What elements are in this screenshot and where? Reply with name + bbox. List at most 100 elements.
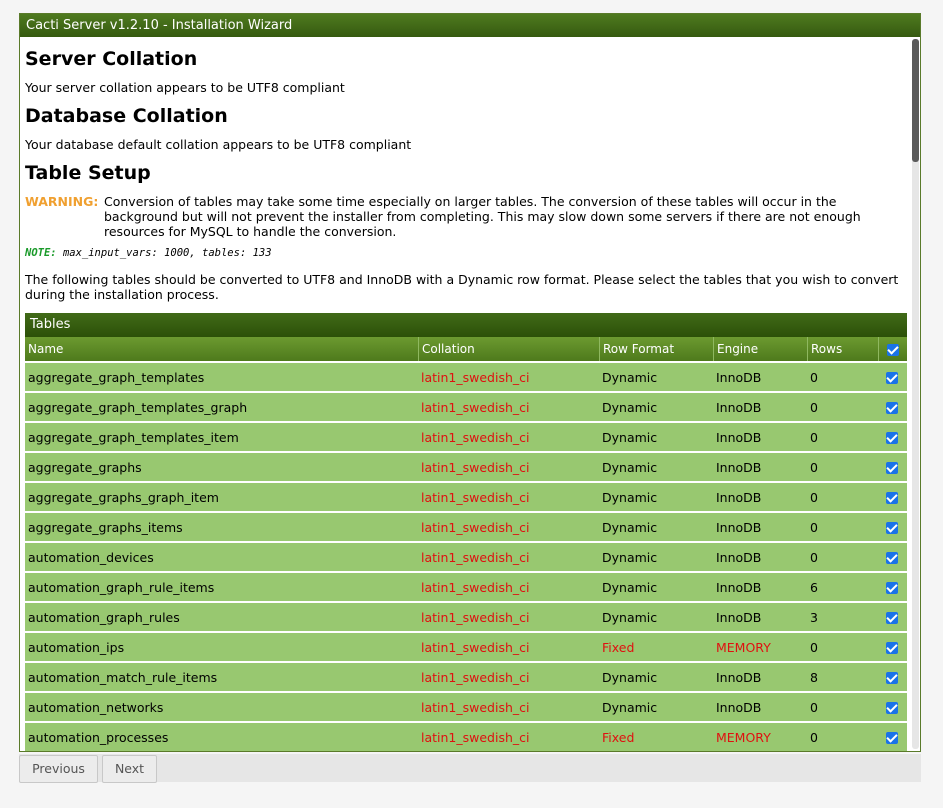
server-collation-text: Your server collation appears to be UTF8… [25,80,345,95]
engine-cell: InnoDB [713,451,807,481]
convert-table-checkbox[interactable] [886,582,898,594]
table-row[interactable]: automation_processes latin1_swedish_ci Fix… [25,721,907,751]
row-format-cell: Fixed [599,631,713,661]
convert-table-checkbox[interactable] [886,552,898,564]
table-row[interactable]: aggregate_graph_templates latin1_swedish_… [25,361,907,391]
rows-cell: 3 [807,601,878,631]
table-setup-heading: Table Setup [25,162,151,184]
convert-table-checkbox[interactable] [886,432,898,444]
table-row[interactable]: automation_match_rule_items latin1_swedis… [25,661,907,691]
convert-table-checkbox[interactable] [886,402,898,414]
table-name-cell: automation_graph_rules [25,601,418,631]
table-row[interactable]: automation_graph_rule_items latin1_swedis… [25,571,907,601]
table-row[interactable]: aggregate_graph_templates_graph latin1_sw… [25,391,907,421]
button-bar: Previous Next [19,754,921,783]
checkbox-cell [878,541,907,571]
tables-panel: Tables Name Collation Row Format Engine … [25,313,907,751]
table-name-cell: aggregate_graph_templates_item [25,421,418,451]
table-row[interactable]: automation_ips latin1_swedish_ci Fixed MEMO… [25,631,907,661]
engine-cell: MEMORY [713,631,807,661]
tables-table: Name Collation Row Format Engine Rows ag… [25,337,907,751]
rows-cell: 6 [807,571,878,601]
collation-cell: latin1_swedish_ci [418,691,599,721]
server-collation-heading: Server Collation [25,48,198,70]
checkbox-cell [878,601,907,631]
convert-table-checkbox[interactable] [886,642,898,654]
table-row[interactable]: aggregate_graphs_graph_item latin1_swedis… [25,481,907,511]
rows-cell: 0 [807,481,878,511]
row-format-cell: Dynamic [599,361,713,391]
column-header-rows[interactable]: Rows [807,337,878,361]
row-format-cell: Dynamic [599,571,713,601]
table-name-cell: automation_match_rule_items [25,661,418,691]
next-button[interactable]: Next [102,755,157,783]
checkbox-cell [878,631,907,661]
row-format-cell: Dynamic [599,421,713,451]
checkbox-cell [878,571,907,601]
row-format-cell: Dynamic [599,601,713,631]
table-name-cell: aggregate_graph_templates_graph [25,391,418,421]
column-header-name[interactable]: Name [25,337,418,361]
collation-cell: latin1_swedish_ci [418,661,599,691]
convert-table-checkbox[interactable] [886,732,898,744]
engine-cell: InnoDB [713,571,807,601]
column-header-row-format[interactable]: Row Format [599,337,713,361]
convert-table-checkbox[interactable] [886,612,898,624]
table-row[interactable]: automation_graph_rules latin1_swedish_ci D… [25,601,907,631]
checkbox-cell [878,421,907,451]
database-collation-text: Your database default collation appears … [25,137,412,152]
table-name-cell: aggregate_graphs_graph_item [25,481,418,511]
collation-cell: latin1_swedish_ci [418,421,599,451]
table-name-cell: automation_graph_rule_items [25,571,418,601]
previous-button[interactable]: Previous [19,755,98,783]
warning-message: WARNING: Conversion of tables may take s… [25,194,905,239]
select-all-cell [878,337,907,361]
table-name-cell: automation_devices [25,541,418,571]
rows-cell: 0 [807,451,878,481]
convert-table-checkbox[interactable] [886,492,898,504]
row-format-cell: Dynamic [599,661,713,691]
table-name-cell: automation_networks [25,691,418,721]
convert-table-checkbox[interactable] [886,372,898,384]
collation-cell: latin1_swedish_ci [418,601,599,631]
collation-cell: latin1_swedish_ci [418,451,599,481]
table-name-cell: automation_processes [25,721,418,751]
table-row[interactable]: automation_networks latin1_swedish_ci Dyna… [25,691,907,721]
select-all-checkbox[interactable] [886,343,899,356]
table-row[interactable]: aggregate_graph_templates_item latin1_swe… [25,421,907,451]
rows-cell: 0 [807,691,878,721]
row-format-cell: Dynamic [599,541,713,571]
rows-cell: 0 [807,421,878,451]
column-header-collation[interactable]: Collation [418,337,599,361]
database-collation-heading: Database Collation [25,105,228,127]
table-row[interactable]: aggregate_graphs_items latin1_swedish_ci D… [25,511,907,541]
checkbox-cell [878,511,907,541]
checkbox-cell [878,481,907,511]
window-title: Cacti Server v1.2.10 - Installation Wiza… [20,14,920,37]
rows-cell: 8 [807,661,878,691]
wizard-content: Server Collation Your server collation a… [20,38,910,751]
convert-table-checkbox[interactable] [886,522,898,534]
convert-table-checkbox[interactable] [886,462,898,474]
rows-cell: 0 [807,361,878,391]
convert-table-checkbox[interactable] [886,672,898,684]
column-header-engine[interactable]: Engine [713,337,807,361]
warning-text: Conversion of tables may take some time … [104,194,861,239]
engine-cell: InnoDB [713,691,807,721]
rows-cell: 0 [807,541,878,571]
table-row[interactable]: automation_devices latin1_swedish_ci Dynam… [25,541,907,571]
table-header-row: Name Collation Row Format Engine Rows [25,337,907,361]
checkbox-cell [878,391,907,421]
scrollbar-thumb[interactable] [912,39,919,162]
convert-table-checkbox[interactable] [886,702,898,714]
row-format-cell: Fixed [599,721,713,751]
rows-cell: 0 [807,511,878,541]
rows-cell: 0 [807,721,878,751]
table-row[interactable]: aggregate_graphs latin1_swedish_ci Dynamic… [25,451,907,481]
engine-cell: InnoDB [713,661,807,691]
checkbox-cell [878,451,907,481]
content-scrollbar[interactable] [912,39,919,749]
note-text: max_input_vars: 1000, tables: 133 [62,247,272,259]
table-name-cell: aggregate_graphs_items [25,511,418,541]
tables-intro-text: The following tables should be converted… [25,272,899,302]
